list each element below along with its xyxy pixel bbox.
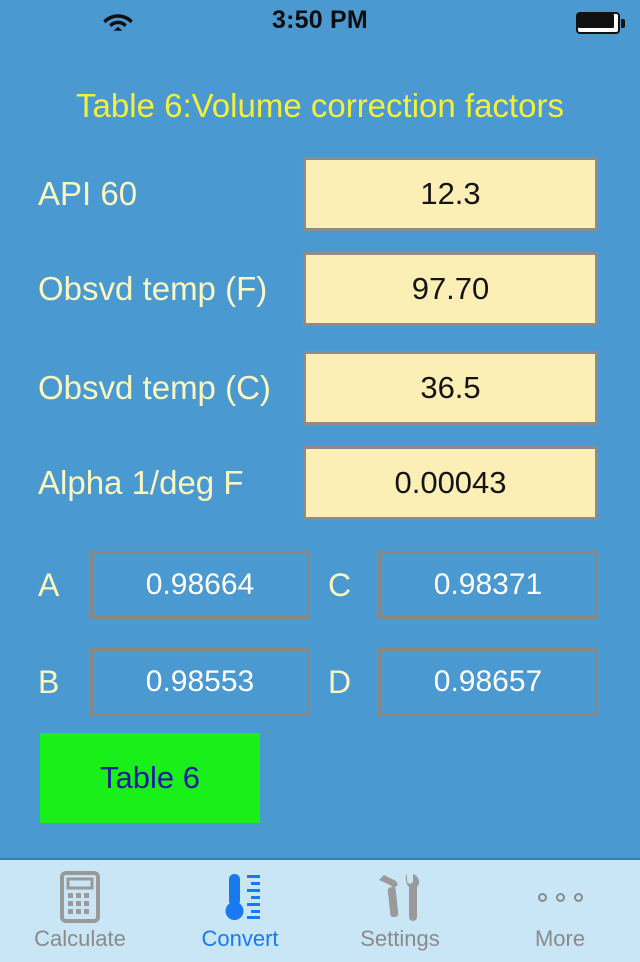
result-label-b: B (38, 664, 60, 700)
result-box-c: 0.98371 (378, 551, 598, 619)
input-observed-temp-f[interactable]: 97.70 (303, 252, 598, 326)
result-value-b: 0.98553 (145, 665, 255, 698)
tab-label-convert: Convert (201, 926, 279, 951)
thermometer-icon (213, 870, 267, 924)
page-title: Table 6:Volume correction factors (76, 87, 564, 124)
tab-more[interactable]: More (480, 860, 640, 962)
tab-label-settings: Settings (360, 926, 440, 951)
three-dots-icon (533, 870, 587, 924)
tab-convert[interactable]: Convert (160, 860, 320, 962)
input-alpha[interactable]: 0.00043 (303, 446, 598, 520)
input-value-observed-temp-f: 97.70 (411, 271, 490, 306)
result-value-d: 0.98657 (433, 665, 543, 698)
app-screen: 3:50 PM Table 6:Volume correction factor… (0, 0, 640, 962)
result-label-c: C (328, 567, 352, 603)
result-box-b: 0.98553 (90, 648, 310, 716)
tab-label-more: More (534, 926, 586, 951)
battery-full-icon (576, 12, 628, 34)
table-6-button-label: Table 6 (100, 760, 200, 795)
field-label-api-60: API 60 (38, 175, 138, 212)
field-label-observed-temp-f: Obsvd temp (F) (38, 270, 268, 307)
tab-calculate[interactable]: Calculate (0, 860, 160, 962)
input-value-api-60: 12.3 (420, 176, 481, 211)
input-observed-temp-c[interactable]: 36.5 (303, 351, 598, 425)
tools-icon (373, 870, 427, 924)
field-label-alpha: Alpha 1/deg F (38, 464, 244, 501)
result-label-a: A (38, 567, 60, 603)
tab-settings[interactable]: Settings (320, 860, 480, 962)
input-api-60[interactable]: 12.3 (303, 157, 598, 231)
result-value-a: 0.98664 (145, 568, 255, 601)
tab-bar: Calculate Convert Settings More (0, 858, 640, 962)
field-row-observed-temp-c: Obsvd temp (C) 36.5 (0, 351, 640, 425)
field-row-api-60: API 60 12.3 (0, 157, 640, 231)
status-bar: 3:50 PM (0, 0, 640, 44)
field-row-alpha: Alpha 1/deg F 0.00043 (0, 446, 640, 520)
field-row-observed-temp-f: Obsvd temp (F) 97.70 (0, 252, 640, 326)
result-value-c: 0.98371 (433, 568, 543, 601)
calculator-icon (53, 870, 107, 924)
input-value-observed-temp-c: 36.5 (420, 370, 481, 405)
field-label-observed-temp-c: Obsvd temp (C) (38, 369, 271, 406)
result-box-d: 0.98657 (378, 648, 598, 716)
result-box-a: 0.98664 (90, 551, 310, 619)
tab-label-calculate: Calculate (34, 926, 126, 951)
table-6-button[interactable]: Table 6 (40, 733, 260, 823)
status-bar-time: 3:50 PM (272, 6, 368, 34)
input-value-alpha: 0.00043 (394, 465, 507, 500)
result-label-d: D (328, 664, 352, 700)
